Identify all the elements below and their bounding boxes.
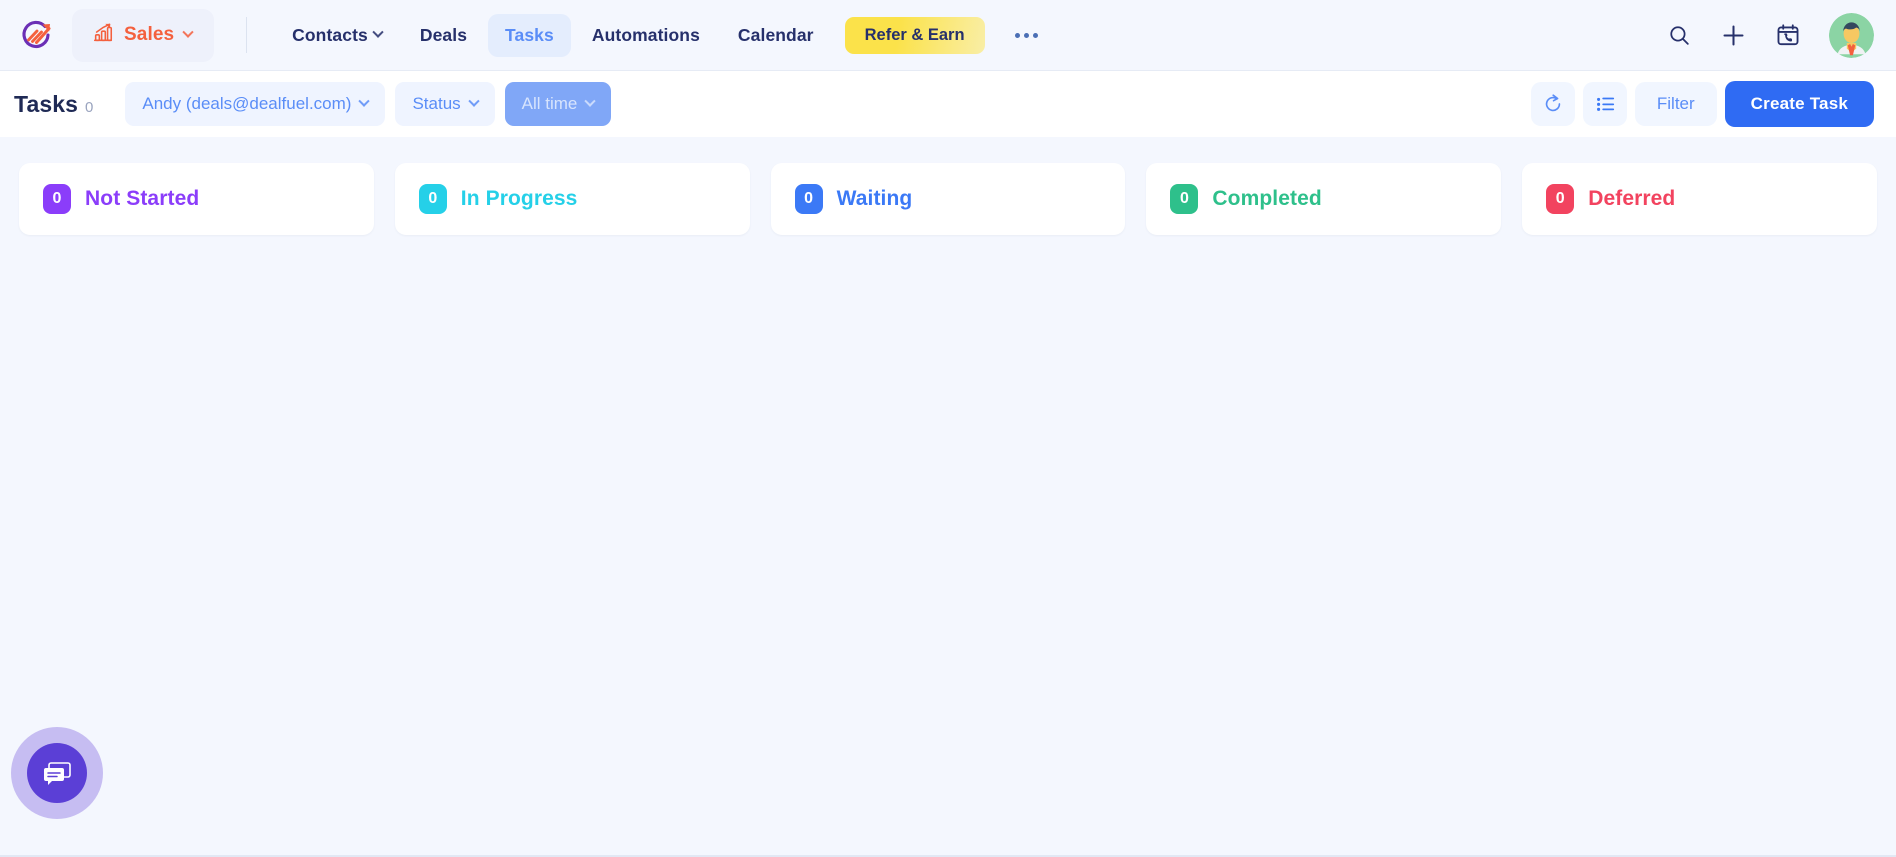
bar-chart-up-icon	[92, 22, 114, 49]
nav-right-actions	[1667, 12, 1874, 58]
status-badge: 0	[1170, 184, 1199, 214]
status-card-deferred[interactable]: 0 Deferred	[1522, 163, 1877, 235]
nav-item-label: Contacts	[292, 24, 368, 45]
nav-divider	[246, 17, 248, 53]
nav-item-label: Tasks	[505, 24, 554, 45]
status-badge: 0	[43, 184, 71, 214]
task-count: 0	[85, 98, 94, 116]
status-card-in-progress[interactable]: 0 In Progress	[394, 163, 750, 235]
create-task-button[interactable]: Create Task	[1724, 81, 1874, 127]
nav-item-label: Deals	[419, 24, 468, 45]
owner-filter-dropdown[interactable]: Andy (deals@dealfuel.com)	[125, 82, 386, 126]
page-title: Tasks	[14, 90, 79, 117]
status-badge: 0	[418, 184, 447, 214]
nav-item-automations[interactable]: Automations	[575, 14, 717, 57]
chevron-down-icon	[584, 95, 597, 107]
main-nav-items: Contacts Deals Tasks Automations Calenda…	[275, 13, 831, 57]
dealfuel-arrow-logo-icon[interactable]	[14, 14, 56, 56]
top-navigation-bar: Sales Contacts Deals Tasks Automations C…	[0, 0, 1896, 70]
app-window: Sales Contacts Deals Tasks Automations C…	[0, 0, 1896, 857]
time-filter-label: All time	[521, 94, 578, 113]
status-card-label: Deferred	[1588, 187, 1676, 210]
sales-module-label: Sales	[124, 24, 175, 45]
status-card-label: Completed	[1212, 187, 1322, 210]
user-avatar[interactable]	[1829, 12, 1874, 58]
status-card-not-started[interactable]: 0 Not Started	[19, 163, 374, 235]
status-card-label: In Progress	[460, 187, 578, 210]
chevron-down-icon	[372, 26, 384, 38]
filter-button[interactable]: Filter	[1634, 82, 1717, 126]
list-view-icon[interactable]	[1582, 82, 1627, 126]
nav-item-contacts[interactable]: Contacts	[275, 14, 399, 57]
status-card-waiting[interactable]: 0 Waiting	[770, 163, 1126, 235]
sales-module-switcher[interactable]: Sales	[72, 8, 215, 62]
nav-item-tasks[interactable]: Tasks	[488, 13, 571, 57]
page-title-wrap: Tasks 0	[14, 91, 93, 118]
status-card-label: Not Started	[85, 187, 200, 210]
status-badge: 0	[794, 184, 823, 214]
plus-icon[interactable]	[1720, 22, 1747, 49]
task-status-board: 0 Not Started 0 In Progress 0 Waiting 0 …	[0, 137, 1896, 235]
owner-filter-label: Andy (deals@dealfuel.com)	[142, 94, 352, 113]
more-horizontal-icon[interactable]	[1009, 23, 1044, 48]
page-toolbar: Tasks 0 Andy (deals@dealfuel.com) Status…	[0, 70, 1896, 137]
chevron-down-icon	[182, 26, 194, 38]
chevron-down-icon	[358, 95, 371, 107]
status-filter-label: Status	[412, 94, 461, 113]
chevron-down-icon	[467, 95, 480, 107]
nav-item-deals[interactable]: Deals	[403, 14, 484, 57]
chat-bubble-icon	[27, 743, 87, 803]
nav-item-label: Calendar	[737, 24, 814, 45]
status-filter-dropdown[interactable]: Status	[395, 82, 495, 126]
status-card-label: Waiting	[836, 187, 913, 210]
calendar-call-icon[interactable]	[1775, 22, 1801, 48]
search-icon[interactable]	[1667, 23, 1692, 48]
nav-item-label: Automations	[591, 24, 700, 45]
chat-launcher-button[interactable]	[11, 727, 103, 819]
time-filter-dropdown[interactable]: All time	[504, 82, 612, 126]
refresh-icon[interactable]	[1530, 82, 1575, 126]
status-badge: 0	[1546, 184, 1575, 214]
status-card-completed[interactable]: 0 Completed	[1146, 163, 1502, 235]
refer-and-earn-button[interactable]: Refer & Earn	[844, 16, 985, 54]
toolbar-right-actions: Filter Create Task	[1530, 81, 1874, 127]
nav-item-calendar[interactable]: Calendar	[721, 14, 831, 57]
